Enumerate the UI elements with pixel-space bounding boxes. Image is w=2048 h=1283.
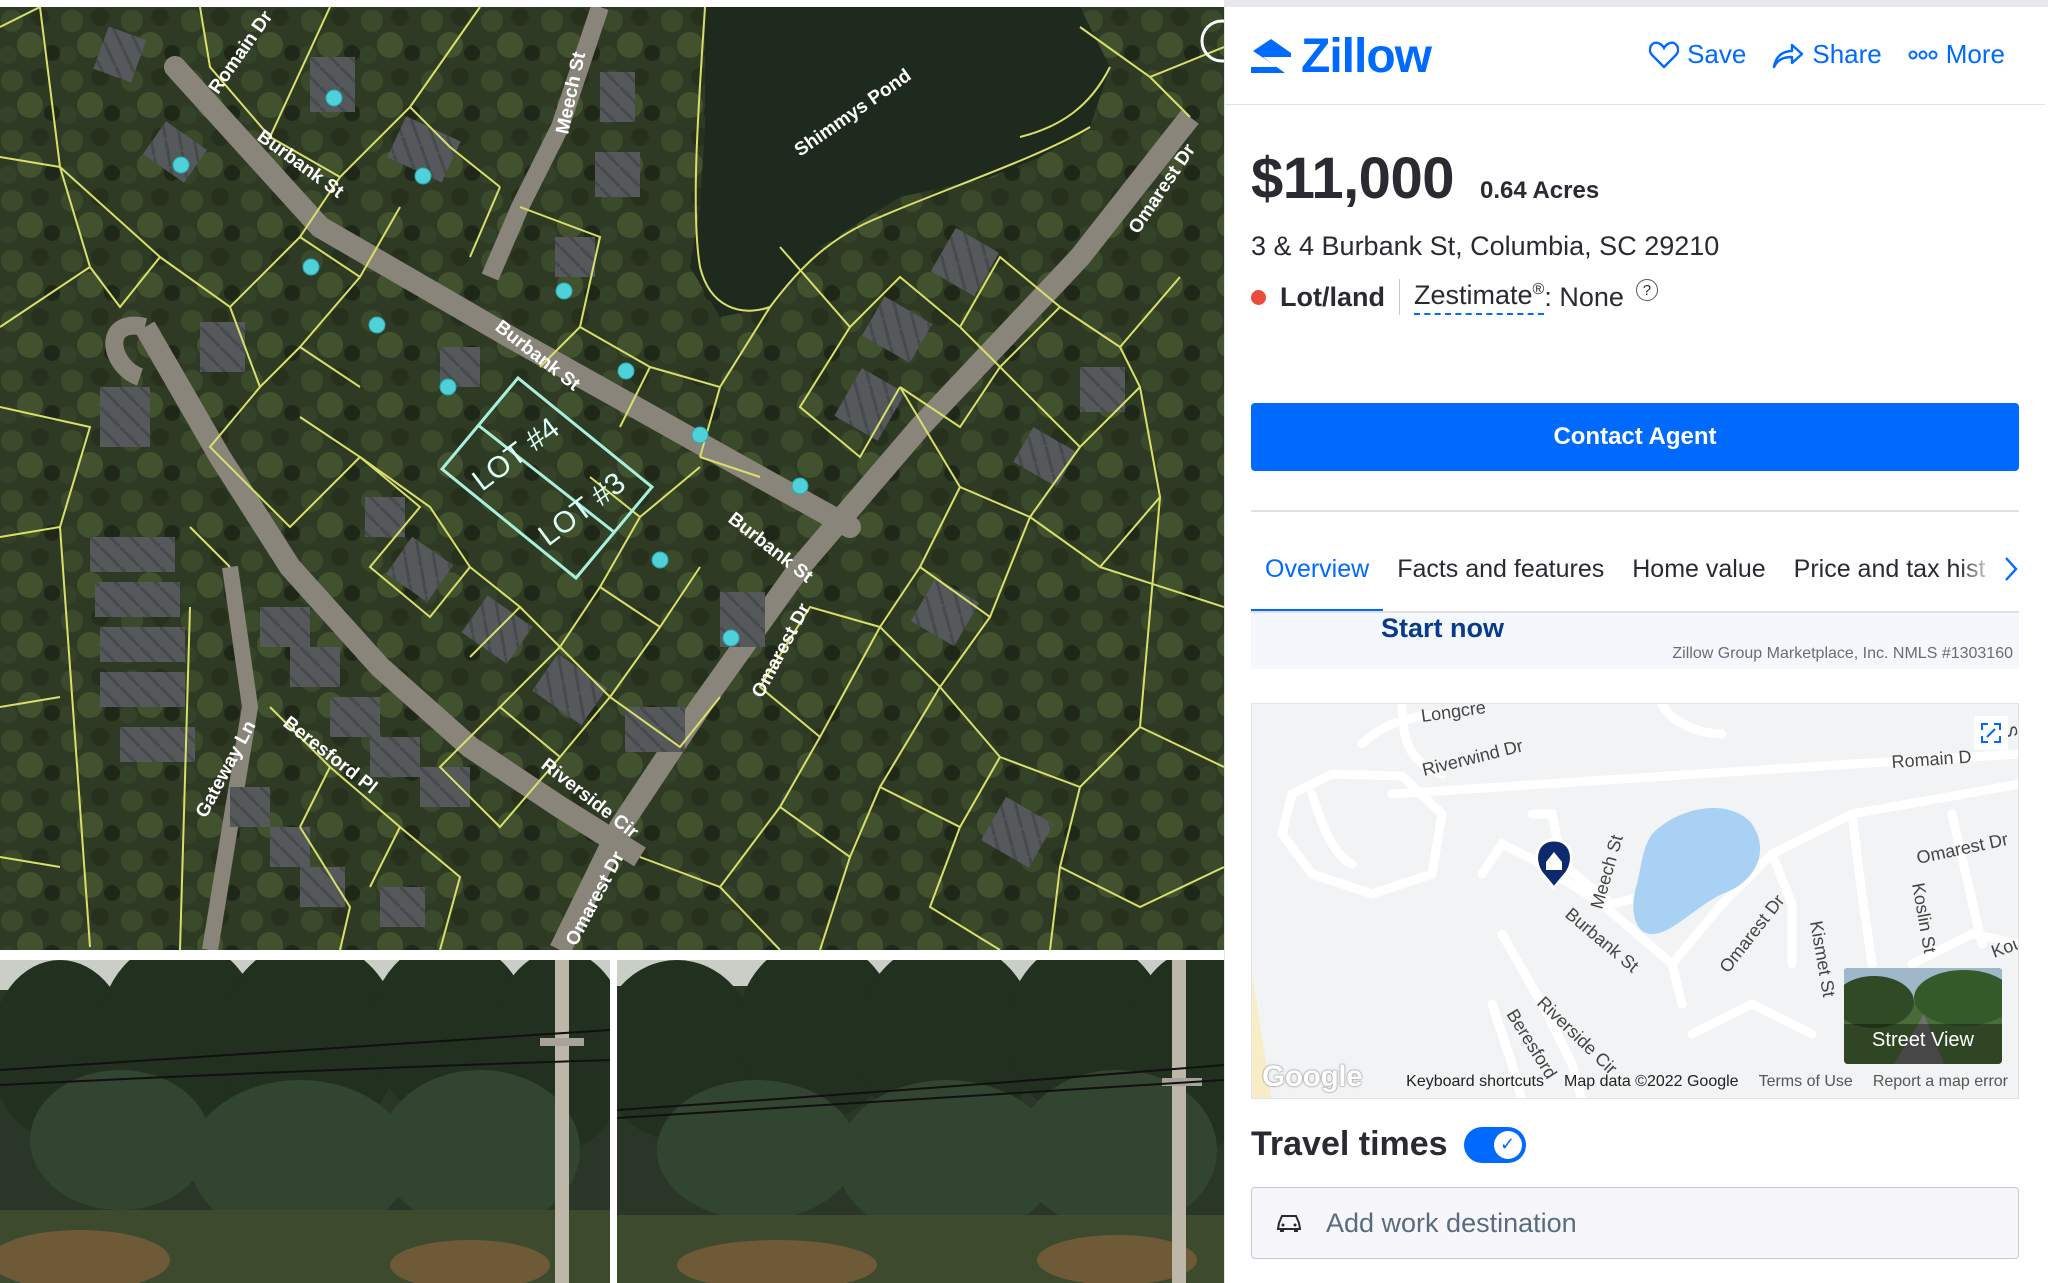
help-icon[interactable]: ? — [1635, 279, 1658, 301]
section-divider — [1251, 510, 2019, 512]
tabs-scroll-right[interactable] — [1959, 527, 2019, 611]
map-data-attribution: Map data ©2022 Google — [1564, 1073, 1739, 1090]
heart-icon — [1649, 41, 1680, 69]
work-destination-input[interactable] — [1326, 1207, 1966, 1239]
status-divider — [1398, 279, 1400, 315]
street-view-button[interactable]: Street View — [1844, 968, 2002, 1064]
listing-type: Lot/land — [1280, 281, 1385, 312]
status-dot-icon — [1251, 289, 1266, 305]
save-label: Save — [1687, 39, 1747, 69]
tab-overview[interactable]: Overview — [1251, 527, 1384, 611]
expand-map-icon[interactable] — [1974, 716, 2008, 750]
lot-size: 0.64 Acres — [1479, 177, 1600, 204]
listing-address: 3 & 4 Burbank St, Columbia, SC 29210 — [1251, 231, 1720, 261]
more-icon — [1908, 50, 1938, 59]
travel-times-header: Travel times ✓ — [1251, 1125, 1526, 1164]
share-label: Share — [1812, 39, 1882, 69]
travel-times-toggle[interactable]: ✓ — [1463, 1126, 1526, 1163]
price-row: $11,000 0.64 Acres — [1251, 145, 1599, 212]
listing-price: $11,000 — [1251, 146, 1454, 211]
zestimate-link[interactable]: Zestimate® — [1413, 279, 1545, 315]
street-view-label: Street View — [1872, 1029, 1974, 1051]
status-row: Lot/land Zestimate® : None ? — [1251, 279, 1658, 315]
car-icon — [1276, 1215, 1302, 1232]
forest-photo-2[interactable] — [617, 960, 1224, 1283]
forest-photo-1[interactable] — [0, 960, 610, 1283]
more-label: More — [1945, 39, 2005, 69]
map-footer: Keyboard shortcuts Map data ©2022 Google… — [1252, 1066, 2018, 1098]
report-map-error-link[interactable]: Report a map error — [1873, 1073, 2008, 1091]
brand-name: Zillow — [1301, 30, 1432, 83]
tab-home-value[interactable]: Home value — [1618, 527, 1779, 611]
financing-promo: Start now Zillow Group Marketplace, Inc.… — [1251, 613, 2019, 669]
contact-agent-button[interactable]: Contact Agent — [1251, 403, 2019, 471]
terms-of-use-link[interactable]: Terms of Use — [1759, 1073, 1853, 1091]
forest-photo-graphic — [617, 960, 1224, 1283]
zillow-house-icon — [1251, 38, 1291, 73]
aerial-parcel-photo[interactable]: Shimmys Pond Romain Dr Meech St Burbank … — [0, 7, 1224, 950]
zestimate-value: : None — [1544, 281, 1624, 312]
photo-gallery[interactable]: Shimmys Pond Romain Dr Meech St Burbank … — [0, 0, 1224, 1283]
nmls-disclaimer: Zillow Group Marketplace, Inc. NMLS #130… — [1672, 645, 2013, 662]
aerial-map-graphic: Shimmys Pond Romain Dr Meech St Burbank … — [0, 7, 1224, 950]
work-destination-field[interactable] — [1251, 1187, 2019, 1259]
section-tabs: Overview Facts and features Home value P… — [1251, 527, 2019, 613]
zestimate-text: Zestimate — [1413, 279, 1533, 310]
forest-photo-graphic — [0, 960, 610, 1283]
listing-detail-panel: Zillow Save Share More $11,000 0.64 Acre… — [1224, 7, 2048, 1283]
tab-facts-and-features[interactable]: Facts and features — [1383, 527, 1618, 611]
fullscreen-icon — [1981, 723, 2001, 743]
chevron-right-icon — [2005, 557, 2018, 581]
more-button[interactable]: More — [1908, 39, 2005, 70]
share-icon — [1773, 43, 1804, 68]
panel-header: Zillow Save Share More — [1225, 7, 2045, 105]
header-actions: Save Share More — [1649, 39, 2005, 70]
share-button[interactable]: Share — [1772, 39, 1882, 70]
start-now-link[interactable]: Start now — [1381, 613, 1504, 644]
check-icon: ✓ — [1493, 1130, 1522, 1159]
zillow-logo[interactable]: Zillow — [1249, 29, 1432, 84]
registered-mark: ® — [1532, 280, 1545, 298]
save-button[interactable]: Save — [1649, 39, 1746, 70]
location-map[interactable]: Longcre Riverwind Dr Romain D Omarest Dr… — [1251, 703, 2019, 1099]
keyboard-shortcuts-link[interactable]: Keyboard shortcuts — [1406, 1073, 1544, 1091]
travel-times-title: Travel times — [1251, 1125, 1448, 1163]
